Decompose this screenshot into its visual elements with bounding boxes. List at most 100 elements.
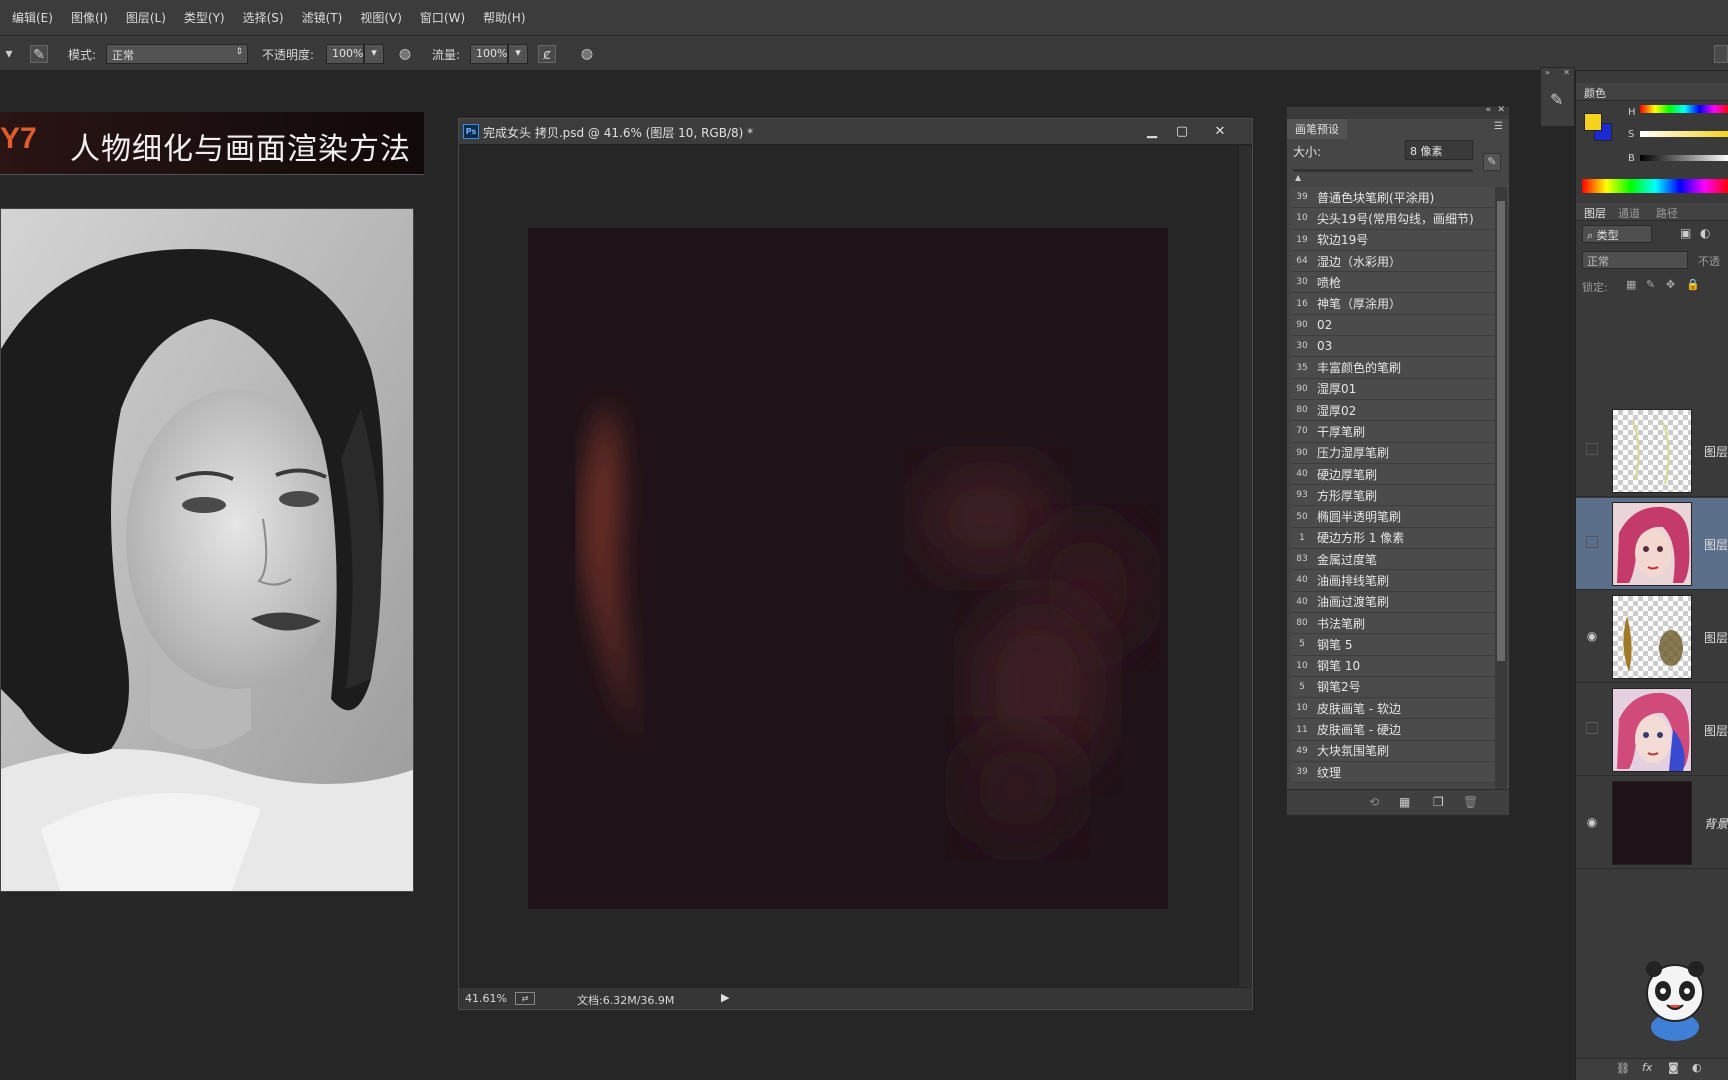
brush-list-scrollbar[interactable] <box>1495 187 1507 791</box>
adjustment-filter-icon[interactable]: ◐ <box>1700 226 1710 240</box>
flow-input[interactable]: 100% <box>470 44 508 64</box>
menu-layer[interactable]: 图层(L) <box>126 9 166 26</box>
menu-type[interactable]: 类型(Y) <box>184 9 225 26</box>
brush-row[interactable]: 70 干厚笔刷 <box>1291 421 1495 443</box>
add-mask-icon[interactable]: ◙ <box>1668 1061 1679 1074</box>
hue-slider[interactable] <box>1640 105 1728 113</box>
tab-channels[interactable]: 通道 <box>1618 205 1640 221</box>
tab-color[interactable]: 颜色 <box>1584 85 1606 101</box>
opacity-dropdown-icon[interactable]: ▾ <box>364 44 384 64</box>
brush-size-input[interactable]: 8 像素 <box>1405 140 1473 160</box>
lock-transparent-icon[interactable]: ▦ <box>1626 278 1636 291</box>
brush-row[interactable]: 30 喷枪 <box>1291 272 1495 294</box>
brush-row[interactable]: 5 钢笔 5 <box>1291 634 1495 656</box>
brush-row[interactable]: 19 软边19号 <box>1291 229 1495 251</box>
layer-name[interactable]: 背景 <box>1704 815 1728 832</box>
hidden-visibility-box[interactable] <box>1586 722 1598 734</box>
close-strip-icon[interactable]: ✕ <box>1563 68 1570 77</box>
brush-row[interactable]: 40 油画过渡笔刷 <box>1291 591 1495 613</box>
layer-row[interactable]: ◉ 背景 <box>1576 777 1728 869</box>
document-titlebar[interactable]: Ps 完成女头 拷贝.psd @ 41.6% (图层 10, RGB/8) * … <box>459 119 1252 145</box>
layer-filter-select[interactable]: ⌕ 类型 <box>1582 225 1652 243</box>
brush-tool-icon[interactable]: ✎ <box>1550 90 1563 109</box>
menu-window[interactable]: 窗口(W) <box>420 9 465 26</box>
opacity-input[interactable]: 100% <box>326 44 364 64</box>
brush-row[interactable]: 93 方形厚笔刷 <box>1291 485 1495 507</box>
brush-row[interactable]: 80 湿厚02 <box>1291 399 1495 422</box>
status-menu-arrow-icon[interactable]: ▶ <box>721 991 729 1004</box>
brush-row[interactable]: 10 皮肤画笔 - 软边 <box>1291 698 1495 720</box>
brush-row[interactable]: 39 普通色块笔刷(平涂用) <box>1291 187 1495 209</box>
toggle-brush-panel-icon[interactable]: ⟲ <box>1369 795 1379 809</box>
brush-row[interactable]: 83 金属过度笔 <box>1291 549 1495 571</box>
brush-row[interactable]: 40 硬边厚笔刷 <box>1291 463 1495 486</box>
layer-name[interactable]: 图层 <box>1704 722 1728 739</box>
panel-header[interactable]: « ✕ <box>1287 105 1509 119</box>
brush-row[interactable]: 10 钢笔 10 <box>1291 655 1495 677</box>
layer-row[interactable]: 图层 <box>1576 405 1728 497</box>
brush-row[interactable]: 10 尖头19号(常用勾线，画细节) <box>1291 208 1495 230</box>
open-brush-panel-icon[interactable]: ▦ <box>1399 795 1410 809</box>
layer-thumbnail[interactable] <box>1612 688 1692 772</box>
brush-row[interactable]: 16 神笔（厚涂用） <box>1291 293 1495 315</box>
menu-filter[interactable]: 滤镜(T) <box>302 9 343 26</box>
menu-view[interactable]: 视图(V) <box>360 9 402 26</box>
layer-style-icon[interactable]: fx <box>1642 1061 1652 1074</box>
layer-thumbnail[interactable] <box>1612 502 1692 586</box>
new-brush-icon[interactable]: ✎ <box>1483 153 1501 171</box>
minimize-button[interactable]: ▁ <box>1138 122 1166 142</box>
tab-brush-presets[interactable]: 画笔预设 <box>1287 119 1347 139</box>
brush-row[interactable]: 30 03 <box>1291 336 1495 358</box>
layer-name[interactable]: 图层 <box>1704 443 1728 460</box>
mode-select[interactable]: 正常 ⇕ <box>106 44 248 64</box>
link-layers-icon[interactable]: ⛓ <box>1616 1062 1630 1075</box>
brush-row[interactable]: 90 湿厚01 <box>1291 378 1495 400</box>
layer-row[interactable]: 图层 <box>1576 684 1728 776</box>
workspace-switcher-icon[interactable] <box>1714 45 1728 63</box>
brush-row[interactable]: 1 硬边方形 1 像素 <box>1291 527 1495 550</box>
brush-row[interactable]: 35 丰富颜色的笔刷 <box>1291 357 1495 379</box>
foreground-color-swatch[interactable] <box>1584 113 1602 131</box>
blend-mode-select[interactable]: 正常 <box>1582 251 1688 269</box>
layer-name[interactable]: 图层 <box>1704 629 1728 646</box>
eye-icon[interactable]: ◉ <box>1584 815 1600 829</box>
brush-panel-toggle-icon[interactable]: ✎ <box>30 45 48 63</box>
menu-edit[interactable]: 编辑(E) <box>12 9 53 26</box>
document-canvas[interactable] <box>528 228 1168 909</box>
brush-row[interactable]: 5 钢笔2号 <box>1291 676 1495 699</box>
layer-thumbnail[interactable] <box>1612 595 1692 679</box>
document-vertical-scrollbar[interactable] <box>1238 146 1252 987</box>
menu-image[interactable]: 图像(I) <box>71 9 108 26</box>
flow-dropdown-icon[interactable]: ▾ <box>508 44 528 64</box>
menu-select[interactable]: 选择(S) <box>243 9 284 26</box>
collapse-panel-icon[interactable]: « <box>1485 105 1491 115</box>
new-adjustment-icon[interactable]: ◐ <box>1692 1061 1702 1074</box>
eye-icon[interactable]: ◉ <box>1584 629 1600 643</box>
status-info-icon[interactable]: ⇄ <box>515 992 535 1005</box>
saturation-slider[interactable] <box>1640 131 1728 137</box>
layer-row[interactable]: ◉ 图层 <box>1576 591 1728 683</box>
brush-row[interactable]: 90 02 <box>1291 314 1495 337</box>
delete-brush-icon[interactable]: 🗑 <box>1463 795 1478 809</box>
layer-row[interactable]: 图层 <box>1576 498 1728 590</box>
layer-thumbnail[interactable] <box>1612 781 1692 865</box>
brightness-slider[interactable] <box>1640 155 1728 161</box>
size-slider-handle-icon[interactable]: ▲ <box>1295 173 1301 182</box>
brush-row[interactable]: 11 皮肤画笔 - 硬边 <box>1291 719 1495 741</box>
layer-name[interactable]: 图层 <box>1704 536 1728 553</box>
brush-row[interactable]: 40 油画排线笔刷 <box>1291 570 1495 592</box>
color-ramp[interactable] <box>1582 179 1728 193</box>
tab-paths[interactable]: 路径 <box>1656 205 1678 221</box>
expand-panels-icon[interactable]: » <box>1545 68 1550 77</box>
brush-row[interactable]: 80 书法笔刷 <box>1291 612 1495 635</box>
menu-help[interactable]: 帮助(H) <box>483 9 525 26</box>
pressure-opacity-icon[interactable]: ◍ <box>396 45 414 63</box>
create-brush-icon[interactable]: ❐ <box>1433 795 1444 809</box>
tool-preset-dropdown-icon[interactable]: ▾ <box>4 45 14 63</box>
zoom-level[interactable]: 41.61% <box>465 992 507 1005</box>
brush-row[interactable]: 90 压力湿厚笔刷 <box>1291 442 1495 464</box>
close-panel-icon[interactable]: ✕ <box>1497 105 1505 115</box>
scroll-thumb[interactable] <box>1497 201 1505 661</box>
brush-row[interactable]: 64 湿边（水彩用） <box>1291 250 1495 273</box>
panel-menu-icon[interactable]: ☰ <box>1494 121 1503 132</box>
